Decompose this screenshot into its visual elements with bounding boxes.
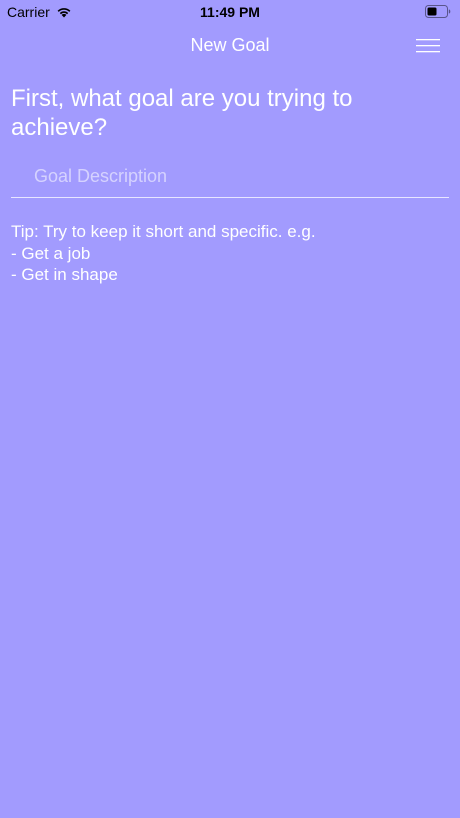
status-bar: Carrier 11:49 PM — [0, 0, 460, 24]
tip-text: Tip: Try to keep it short and specific. … — [11, 221, 451, 286]
tip-line: Tip: Try to keep it short and specific. … — [11, 222, 316, 241]
navigation-bar: New Goal — [0, 24, 460, 66]
hamburger-menu-icon — [416, 38, 440, 54]
goal-question-heading: First, what goal are you trying to achie… — [11, 85, 353, 141]
battery-icon — [425, 5, 451, 18]
tip-example-line: - Get a job — [11, 243, 91, 263]
goal-description-input[interactable] — [11, 156, 449, 196]
status-time: 11:49 PM — [200, 4, 260, 20]
menu-button[interactable] — [416, 38, 440, 54]
tip-example-line: - Get in shape — [11, 265, 118, 284]
nav-title: New Goal — [190, 35, 270, 55]
input-underline-divider — [11, 197, 449, 198]
